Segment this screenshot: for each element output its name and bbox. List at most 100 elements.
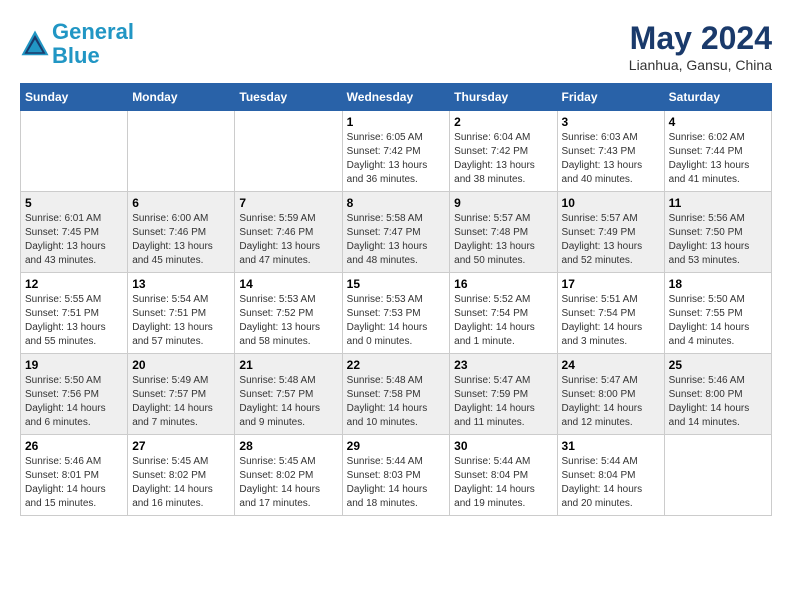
calendar-cell: 19 Sunrise: 5:50 AM Sunset: 7:56 PM Dayli… [21,354,128,435]
logo-text: General Blue [52,20,134,68]
calendar-cell: 3 Sunrise: 6:03 AM Sunset: 7:43 PM Daylig… [557,111,664,192]
calendar-day-header: Thursday [450,84,557,111]
calendar-cell [128,111,235,192]
day-info: Sunrise: 5:47 AM Sunset: 8:00 PM Dayligh… [562,374,660,430]
calendar-cell [21,111,128,192]
day-number: 23 [454,358,552,372]
calendar-header-row: SundayMondayTuesdayWednesdayThursdayFrid… [21,84,772,111]
day-number: 1 [347,115,446,129]
subtitle: Lianhua, Gansu, China [629,57,772,73]
calendar-cell: 7 Sunrise: 5:59 AM Sunset: 7:46 PM Daylig… [235,192,342,273]
day-info: Sunrise: 5:50 AM Sunset: 7:56 PM Dayligh… [25,374,123,430]
calendar-cell: 26Sunrise: 5:46 AM Sunset: 8:01 PM Dayli… [21,435,128,516]
calendar-cell [235,111,342,192]
calendar-day-header: Saturday [664,84,771,111]
day-number: 3 [562,115,660,129]
day-info: Sunrise: 6:01 AM Sunset: 7:45 PM Dayligh… [25,212,123,268]
calendar-week-row: 19 Sunrise: 5:50 AM Sunset: 7:56 PM Dayli… [21,354,772,435]
calendar-cell: 17Sunrise: 5:51 AM Sunset: 7:54 PM Dayli… [557,273,664,354]
day-number: 13 [132,277,230,291]
calendar-cell: 28 Sunrise: 5:45 AM Sunset: 8:02 PM Dayli… [235,435,342,516]
day-info: Sunrise: 5:46 AM Sunset: 8:01 PM Dayligh… [25,455,123,511]
calendar-cell: 14Sunrise: 5:53 AM Sunset: 7:52 PM Dayli… [235,273,342,354]
day-number: 28 [239,439,337,453]
day-number: 5 [25,196,123,210]
calendar-cell: 27 Sunrise: 5:45 AM Sunset: 8:02 PM Dayli… [128,435,235,516]
day-info: Sunrise: 6:00 AM Sunset: 7:46 PM Dayligh… [132,212,230,268]
day-info: Sunrise: 6:03 AM Sunset: 7:43 PM Dayligh… [562,131,660,187]
calendar-cell: 31Sunrise: 5:44 AM Sunset: 8:04 PM Dayli… [557,435,664,516]
calendar-cell: 4 Sunrise: 6:02 AM Sunset: 7:44 PM Daylig… [664,111,771,192]
day-info: Sunrise: 5:57 AM Sunset: 7:49 PM Dayligh… [562,212,660,268]
logo: General Blue [20,20,134,68]
day-info: Sunrise: 5:49 AM Sunset: 7:57 PM Dayligh… [132,374,230,430]
day-number: 9 [454,196,552,210]
calendar-cell: 16 Sunrise: 5:52 AM Sunset: 7:54 PM Dayli… [450,273,557,354]
day-info: Sunrise: 5:54 AM Sunset: 7:51 PM Dayligh… [132,293,230,349]
day-number: 4 [669,115,767,129]
day-info: Sunrise: 5:53 AM Sunset: 7:53 PM Dayligh… [347,293,446,349]
calendar-week-row: 1 Sunrise: 6:05 AM Sunset: 7:42 PM Daylig… [21,111,772,192]
day-number: 7 [239,196,337,210]
calendar-day-header: Monday [128,84,235,111]
day-number: 2 [454,115,552,129]
day-info: Sunrise: 5:50 AM Sunset: 7:55 PM Dayligh… [669,293,767,349]
day-number: 25 [669,358,767,372]
day-number: 18 [669,277,767,291]
day-info: Sunrise: 6:05 AM Sunset: 7:42 PM Dayligh… [347,131,446,187]
day-number: 8 [347,196,446,210]
day-info: Sunrise: 6:04 AM Sunset: 7:42 PM Dayligh… [454,131,552,187]
day-number: 20 [132,358,230,372]
calendar-cell: 2 Sunrise: 6:04 AM Sunset: 7:42 PM Daylig… [450,111,557,192]
page-header: General Blue May 2024 Lianhua, Gansu, Ch… [20,20,772,73]
calendar-cell: 24 Sunrise: 5:47 AM Sunset: 8:00 PM Dayli… [557,354,664,435]
day-number: 14 [239,277,337,291]
day-number: 21 [239,358,337,372]
calendar-table: SundayMondayTuesdayWednesdayThursdayFrid… [20,83,772,516]
day-info: Sunrise: 5:59 AM Sunset: 7:46 PM Dayligh… [239,212,337,268]
calendar-cell: 9Sunrise: 5:57 AM Sunset: 7:48 PM Daylig… [450,192,557,273]
day-number: 22 [347,358,446,372]
calendar-week-row: 5 Sunrise: 6:01 AM Sunset: 7:45 PM Daylig… [21,192,772,273]
day-info: Sunrise: 5:45 AM Sunset: 8:02 PM Dayligh… [132,455,230,511]
day-number: 16 [454,277,552,291]
day-number: 19 [25,358,123,372]
day-number: 10 [562,196,660,210]
calendar-cell: 29Sunrise: 5:44 AM Sunset: 8:03 PM Dayli… [342,435,450,516]
calendar-day-header: Friday [557,84,664,111]
day-info: Sunrise: 5:48 AM Sunset: 7:58 PM Dayligh… [347,374,446,430]
day-info: Sunrise: 5:52 AM Sunset: 7:54 PM Dayligh… [454,293,552,349]
day-info: Sunrise: 5:47 AM Sunset: 7:59 PM Dayligh… [454,374,552,430]
day-info: Sunrise: 5:44 AM Sunset: 8:04 PM Dayligh… [562,455,660,511]
day-info: Sunrise: 5:44 AM Sunset: 8:03 PM Dayligh… [347,455,446,511]
day-info: Sunrise: 5:55 AM Sunset: 7:51 PM Dayligh… [25,293,123,349]
calendar-cell: 30 Sunrise: 5:44 AM Sunset: 8:04 PM Dayli… [450,435,557,516]
day-number: 27 [132,439,230,453]
calendar-cell: 5 Sunrise: 6:01 AM Sunset: 7:45 PM Daylig… [21,192,128,273]
day-info: Sunrise: 5:58 AM Sunset: 7:47 PM Dayligh… [347,212,446,268]
calendar-cell: 12 Sunrise: 5:55 AM Sunset: 7:51 PM Dayli… [21,273,128,354]
day-number: 12 [25,277,123,291]
calendar-week-row: 12 Sunrise: 5:55 AM Sunset: 7:51 PM Dayli… [21,273,772,354]
calendar-day-header: Sunday [21,84,128,111]
day-number: 30 [454,439,552,453]
calendar-day-header: Tuesday [235,84,342,111]
day-info: Sunrise: 5:45 AM Sunset: 8:02 PM Dayligh… [239,455,337,511]
day-info: Sunrise: 5:51 AM Sunset: 7:54 PM Dayligh… [562,293,660,349]
calendar-cell: 10 Sunrise: 5:57 AM Sunset: 7:49 PM Dayli… [557,192,664,273]
calendar-cell [664,435,771,516]
calendar-cell: 1 Sunrise: 6:05 AM Sunset: 7:42 PM Daylig… [342,111,450,192]
day-number: 24 [562,358,660,372]
day-number: 11 [669,196,767,210]
calendar-cell: 25Sunrise: 5:46 AM Sunset: 8:00 PM Dayli… [664,354,771,435]
calendar-cell: 8 Sunrise: 5:58 AM Sunset: 7:47 PM Daylig… [342,192,450,273]
day-info: Sunrise: 5:48 AM Sunset: 7:57 PM Dayligh… [239,374,337,430]
title-area: May 2024 Lianhua, Gansu, China [629,20,772,73]
calendar-day-header: Wednesday [342,84,450,111]
day-info: Sunrise: 5:44 AM Sunset: 8:04 PM Dayligh… [454,455,552,511]
day-info: Sunrise: 6:02 AM Sunset: 7:44 PM Dayligh… [669,131,767,187]
calendar-cell: 11Sunrise: 5:56 AM Sunset: 7:50 PM Dayli… [664,192,771,273]
day-number: 6 [132,196,230,210]
logo-icon [20,29,50,59]
day-number: 15 [347,277,446,291]
